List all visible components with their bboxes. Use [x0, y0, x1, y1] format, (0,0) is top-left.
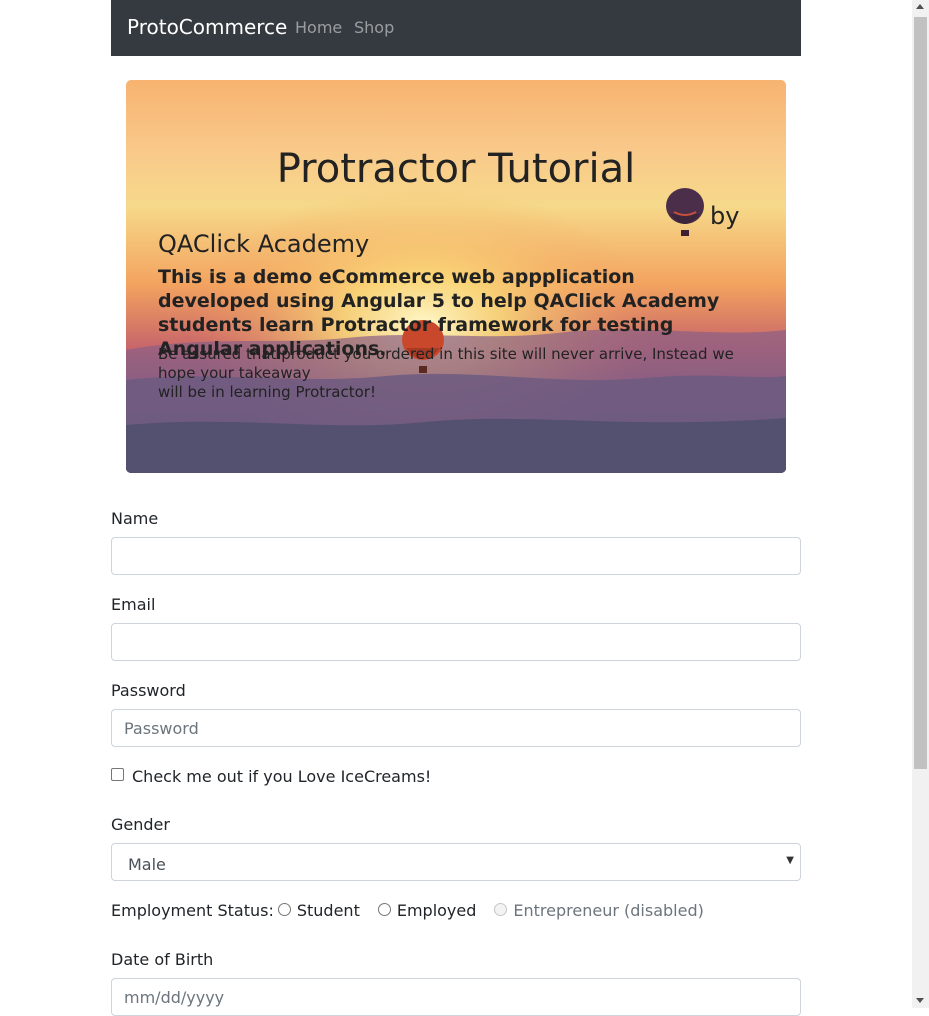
scrollbar-thumb[interactable] [914, 17, 927, 769]
radio-entrepreneur-label: Entrepreneur (disabled) [513, 901, 704, 920]
password-label: Password [111, 681, 186, 700]
gender-select[interactable]: Male ▼ [111, 843, 801, 881]
hero-small-line-1: Be assured that product you ordered in t… [158, 345, 734, 382]
top-navbar: ProtoCommerce Home Shop [111, 0, 801, 56]
nav-link-shop[interactable]: Shop [354, 18, 394, 37]
hero-banner: Protractor Tutorial by QAClick Academy T… [126, 80, 786, 473]
employment-label: Employment Status: [111, 901, 274, 920]
chevron-down-icon: ▼ [786, 855, 794, 866]
radio-employed[interactable] [377, 903, 391, 916]
icecream-checkbox-label[interactable]: Check me out if you Love IceCreams! [132, 767, 431, 786]
hero-small-line-2: will be in learning Protractor! [158, 383, 376, 401]
email-label: Email [111, 595, 156, 614]
employment-status-group: Employment Status: Student Employed Entr… [111, 901, 718, 920]
radio-entrepreneur [494, 903, 508, 916]
scroll-down-icon[interactable] [916, 998, 924, 1003]
hero-small-text: Be assured that product you ordered in t… [158, 345, 758, 402]
radio-student-label[interactable]: Student [297, 901, 360, 920]
hero-by-text: by [710, 202, 740, 230]
gender-selected-value: Male [128, 855, 166, 874]
hero-academy: QAClick Academy [158, 230, 370, 258]
vertical-scrollbar[interactable] [912, 0, 929, 1008]
dob-input[interactable] [111, 978, 801, 1016]
nav-link-home[interactable]: Home [295, 18, 342, 37]
name-input[interactable] [111, 537, 801, 575]
hero-title: Protractor Tutorial [276, 146, 636, 192]
icecream-checkbox[interactable] [111, 768, 124, 781]
scroll-up-icon[interactable] [916, 4, 924, 9]
brand-logo[interactable]: ProtoCommerce [127, 15, 287, 39]
password-input[interactable] [111, 709, 801, 747]
radio-employed-label[interactable]: Employed [397, 901, 477, 920]
balloon-icon [666, 188, 704, 236]
radio-student[interactable] [277, 903, 291, 916]
name-label: Name [111, 509, 159, 528]
email-input[interactable] [111, 623, 801, 661]
icecream-checkbox-row: Check me out if you Love IceCreams! [111, 767, 431, 786]
dob-label: Date of Birth [111, 950, 214, 969]
gender-label: Gender [111, 815, 170, 834]
